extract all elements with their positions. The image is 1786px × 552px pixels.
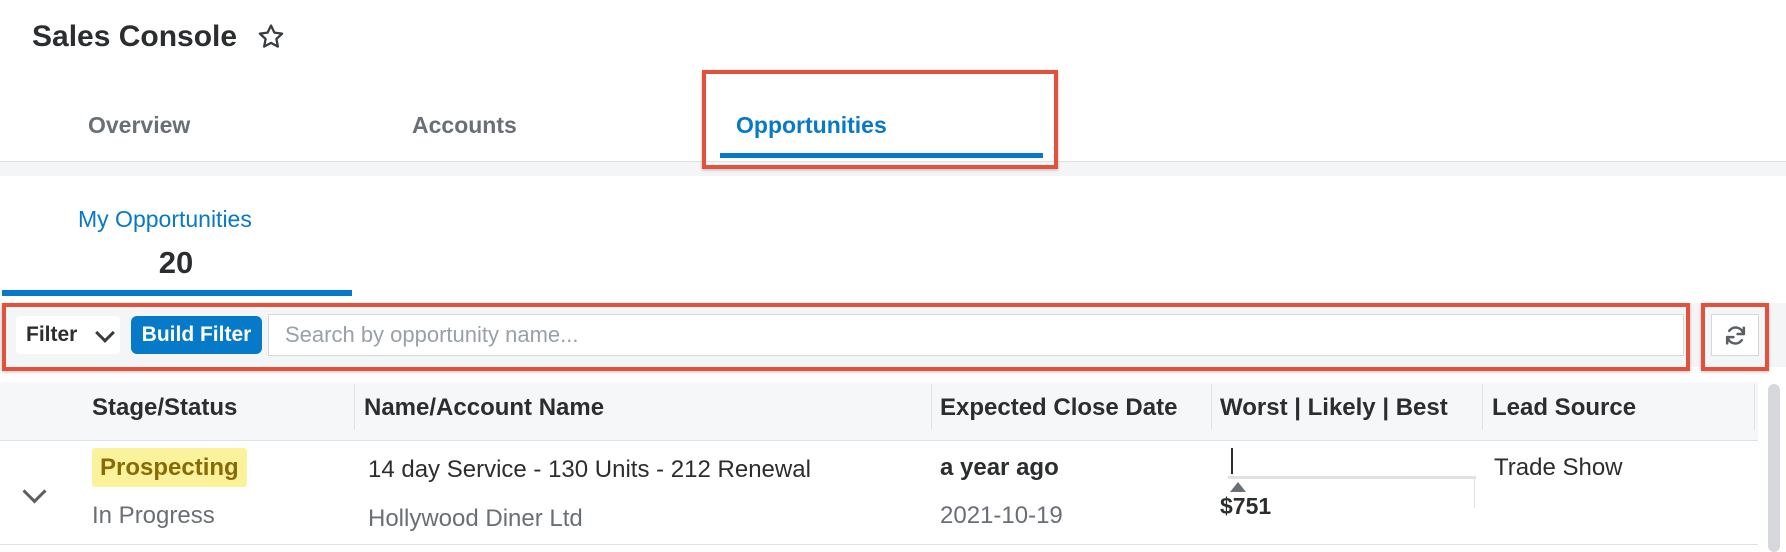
opportunity-name-link[interactable]: 14 day Service - 130 Units - 212 Renewal — [368, 456, 811, 484]
column-divider — [354, 384, 355, 430]
dashlet-tab-label[interactable]: My Opportunities — [78, 206, 252, 233]
worst-likely-best-marker — [1231, 448, 1233, 474]
column-divider — [1754, 384, 1755, 430]
chevron-down-icon[interactable] — [22, 479, 47, 504]
status-text: In Progress — [92, 502, 215, 529]
tab-overview[interactable]: Overview — [88, 112, 190, 139]
account-name-link[interactable]: Hollywood Diner Ltd — [368, 505, 583, 533]
likely-caret-icon — [1230, 482, 1246, 492]
gauge-end-marker — [1474, 478, 1475, 508]
vertical-scrollbar[interactable] — [1768, 384, 1780, 552]
row-divider — [0, 544, 1758, 545]
column-header-name-account[interactable]: Name/Account Name — [364, 394, 604, 422]
column-header-stage-status[interactable]: Stage/Status — [92, 394, 237, 422]
close-date-relative: a year ago — [940, 454, 1059, 481]
column-divider — [1482, 384, 1483, 430]
stage-badge: Prospecting — [92, 448, 247, 487]
column-header-worst-likely-best[interactable]: Worst | Likely | Best — [1220, 394, 1448, 422]
page-title: Sales Console — [32, 20, 238, 53]
tab-accounts[interactable]: Accounts — [412, 112, 517, 139]
star-outline-icon[interactable] — [256, 22, 286, 52]
dashlet-tab-indicator — [2, 290, 352, 296]
close-date: 2021-10-19 — [940, 502, 1063, 529]
likely-amount: $751 — [1220, 493, 1272, 519]
column-header-lead-source[interactable]: Lead Source — [1492, 394, 1636, 422]
highlight-box-filter — [2, 303, 1690, 371]
column-divider — [1211, 384, 1212, 430]
lead-source: Trade Show — [1494, 454, 1623, 481]
column-header-expected-close-date[interactable]: Expected Close Date — [940, 394, 1177, 422]
highlight-box-refresh — [1701, 303, 1769, 371]
dashlet-tab-count: 20 — [158, 245, 194, 280]
column-divider — [931, 384, 932, 430]
highlight-box-tab — [702, 70, 1058, 169]
worst-likely-best-gauge — [1228, 476, 1476, 479]
